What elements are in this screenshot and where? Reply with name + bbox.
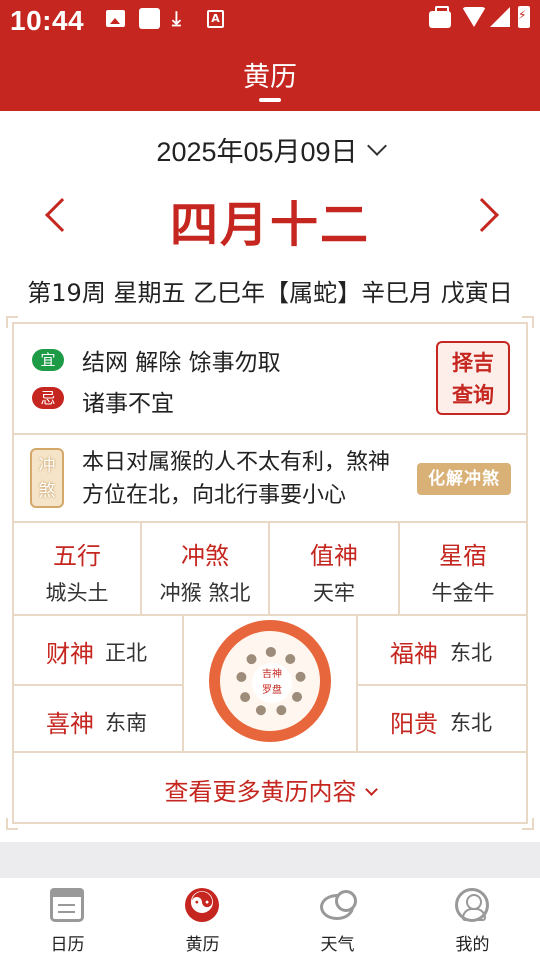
divider [14, 751, 526, 753]
divider [182, 614, 184, 751]
page-title: 黄历 [243, 62, 297, 93]
divider [14, 614, 526, 616]
zeji-query-button[interactable]: 择吉 查询 [436, 341, 510, 415]
fushen-label: 福神 [390, 640, 438, 668]
yi-text: 结网 解除 馀事勿取 [82, 350, 281, 376]
app-notification-icon [139, 8, 160, 29]
nav-item-almanac[interactable]: 黄历 [135, 878, 270, 960]
wifi-icon [462, 7, 486, 27]
card-corner [6, 818, 18, 830]
luopan-ring: 吉神 罗盘 [218, 629, 322, 733]
caishen-value: 正北 [105, 641, 147, 665]
card-corner [522, 818, 534, 830]
more-almanac-link[interactable]: 查看更多黄历内容 [14, 772, 526, 807]
yanggui-label: 阳贵 [390, 710, 438, 738]
attr-value-zhishen: 天牢 [313, 581, 355, 605]
luopan-line2: 罗盘 [262, 685, 282, 696]
lunar-date: 四月十二 [169, 197, 370, 253]
huajie-chongsha-button[interactable]: 化解冲煞 [417, 463, 511, 495]
xishen-value: 东南 [105, 711, 147, 735]
a-notification-icon: A [207, 10, 224, 28]
signal-icon [490, 7, 510, 27]
yi-tag: 宜 [32, 349, 64, 371]
image-notification-icon [106, 10, 125, 27]
nav-label: 日历 [50, 935, 85, 955]
attr-value-chongsha: 冲猴 煞北 [159, 581, 251, 605]
date-detail: 第19周 星期五 乙巳年【属蛇】辛巳月 戊寅日 [27, 279, 513, 307]
attr-value-xingxiu: 牛金牛 [431, 581, 495, 605]
nav-label: 我的 [455, 935, 490, 955]
chongsha-badge: 冲 煞 [30, 448, 64, 508]
ji-text: 诸事不宜 [82, 391, 174, 417]
battery-charging-icon [518, 6, 530, 28]
xishen-label: 喜神 [46, 710, 94, 738]
work-profile-icon [429, 6, 451, 28]
calendar-icon [50, 888, 84, 922]
zeji-line1: 择吉 [452, 350, 494, 375]
nav-item-calendar[interactable]: 日历 [0, 878, 135, 960]
nav-item-me[interactable]: 我的 [405, 878, 540, 960]
more-almanac-label: 查看更多黄历内容 [164, 778, 357, 806]
user-icon [455, 888, 489, 922]
divider [356, 614, 358, 751]
attr-label-zhishen: 值神 [310, 542, 358, 570]
solar-date-picker[interactable]: 2025年05月09日 [0, 130, 540, 169]
nav-label: 天气 [320, 935, 355, 955]
divider [14, 684, 182, 686]
section-spacer [0, 842, 540, 878]
chevron-down-icon [364, 783, 378, 796]
luopan-center: 吉神 罗盘 [252, 663, 292, 703]
almanac-card: 宜 结网 解除 馀事勿取 忌 诸事不宜 择吉 查询 冲 煞 本日对属猴的人不太有… [6, 316, 534, 830]
app-header: 10:44 ⤓ A 黄历 [0, 0, 540, 111]
chongsha-badge-line1: 冲 [38, 456, 56, 476]
divider [14, 433, 526, 435]
yinyang-icon [185, 887, 219, 922]
luopan-compass-icon[interactable]: 吉神 罗盘 [209, 620, 331, 742]
nav-item-weather[interactable]: 天气 [270, 878, 405, 960]
yanggui-value: 东北 [450, 711, 492, 735]
attr-label-chongsha: 冲煞 [181, 542, 229, 570]
luopan-line1: 吉神 [262, 669, 282, 680]
attr-label-wuxing: 五行 [53, 542, 101, 570]
nav-label: 黄历 [185, 935, 220, 955]
fushen-value: 东北 [450, 641, 492, 665]
card-corner [522, 316, 534, 328]
solar-date: 2025年05月09日 [156, 137, 358, 167]
chevron-down-icon [366, 136, 387, 156]
chongsha-text: 本日对属猴的人不太有利，煞神方位在北，向北行事要小心 [82, 450, 391, 508]
zeji-line2: 查询 [452, 382, 494, 407]
ji-tag: 忌 [32, 387, 64, 409]
download-icon: ⤓ [172, 6, 181, 30]
status-bar: 10:44 ⤓ A [0, 0, 540, 42]
divider [14, 521, 526, 523]
weather-icon [320, 890, 357, 920]
title-indicator [259, 98, 281, 102]
attr-label-xingxiu: 星宿 [439, 542, 487, 570]
divider [356, 684, 526, 686]
chongsha-badge-line2: 煞 [38, 481, 56, 501]
attr-value-wuxing: 城头土 [45, 581, 109, 605]
bottom-nav: 日历 黄历 天气 我的 [0, 878, 540, 960]
card-corner [6, 316, 18, 328]
caishen-label: 财神 [46, 640, 94, 668]
status-time: 10:44 [10, 5, 85, 36]
